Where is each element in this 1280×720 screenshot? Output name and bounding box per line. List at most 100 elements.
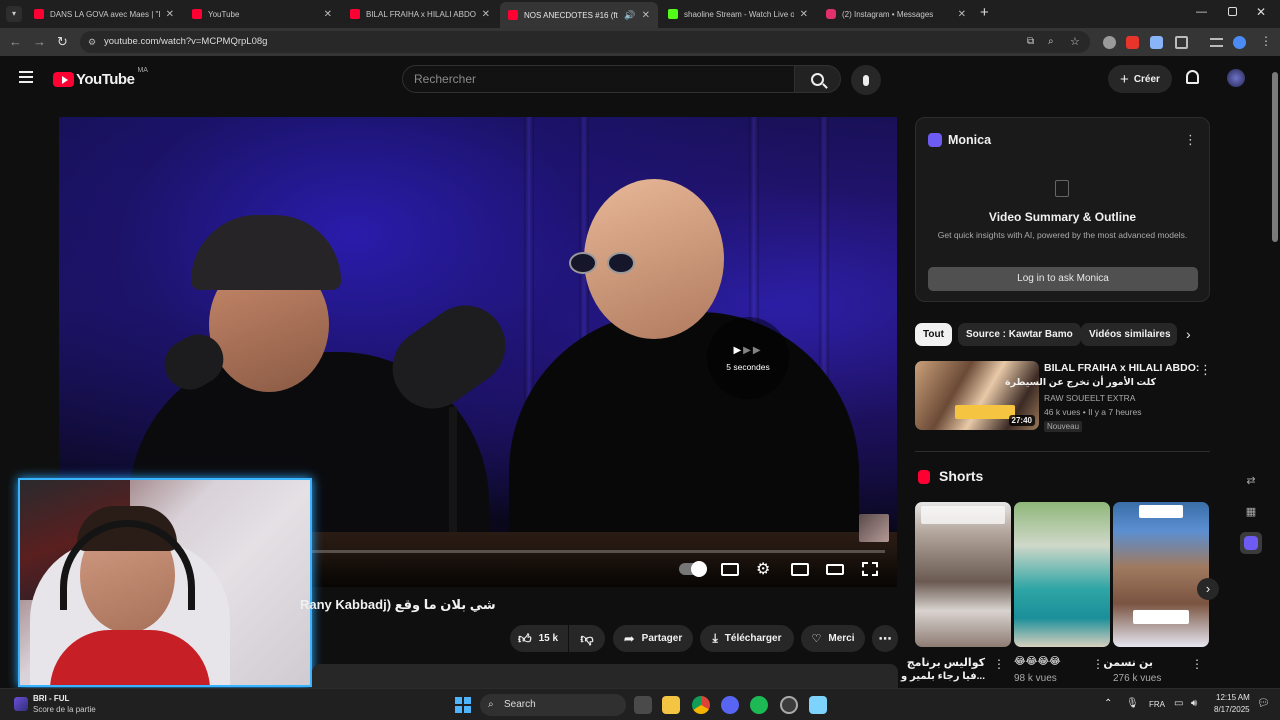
download-button[interactable]: ⤓ Télécharger bbox=[700, 625, 794, 652]
chip-source[interactable]: Source : Kawtar Bamo bbox=[958, 323, 1081, 346]
fullscreen-icon[interactable] bbox=[862, 562, 878, 576]
create-button[interactable]: + Créer bbox=[1108, 65, 1172, 93]
restore-window-icon[interactable] bbox=[1228, 7, 1237, 16]
shorts-next-chevron-icon[interactable]: › bbox=[1197, 578, 1219, 600]
new-tab-button[interactable]: + bbox=[980, 4, 989, 21]
address-bar[interactable]: ⚙ youtube.com/watch?v=MCPMQrpL08g ⧉ ⌕ ☆ bbox=[80, 31, 1090, 53]
recommended-video-title[interactable]: BILAL FRAIHA x HILALI ABDO: bbox=[1044, 362, 1199, 374]
browser-tab[interactable]: BILAL FRAIHA x HILALI ABDO: ✕ bbox=[342, 3, 498, 25]
like-button[interactable]: 👍︎ 15 k bbox=[510, 625, 568, 652]
search-button[interactable] bbox=[794, 65, 841, 93]
minimize-window-icon[interactable]: — bbox=[1196, 6, 1207, 18]
close-tab-icon[interactable]: ✕ bbox=[166, 9, 174, 20]
subtitles-icon[interactable] bbox=[721, 563, 739, 576]
zoom-icon[interactable]: ⌕ bbox=[1048, 31, 1054, 53]
language-indicator[interactable]: FRA bbox=[1149, 700, 1165, 709]
short-title[interactable]: 😂😂😂😂 bbox=[1014, 656, 1061, 667]
description-box[interactable] bbox=[312, 664, 898, 688]
windows-start-icon[interactable] bbox=[455, 697, 471, 713]
short-thumbnail[interactable] bbox=[1014, 502, 1110, 647]
recommended-video-thumbnail[interactable]: 27:40 bbox=[915, 361, 1039, 430]
spotify-icon[interactable] bbox=[750, 696, 768, 714]
adblock-extension-icon[interactable] bbox=[1126, 36, 1139, 49]
recommended-more-icon[interactable]: ⋮ bbox=[1199, 362, 1212, 378]
short-more-icon[interactable]: ⋮ bbox=[993, 657, 1005, 671]
tab-list-dropdown-icon[interactable]: ▾ bbox=[6, 6, 22, 22]
bookmark-star-icon[interactable]: ☆ bbox=[1070, 31, 1080, 53]
discord-icon[interactable] bbox=[721, 696, 739, 714]
monica-menu-icon[interactable]: ⋮ bbox=[1184, 132, 1197, 148]
close-window-icon[interactable]: ✕ bbox=[1256, 5, 1266, 19]
taskbar-date[interactable]: 8/17/2025 bbox=[1214, 705, 1250, 714]
game-launcher-icon[interactable] bbox=[780, 696, 798, 714]
install-app-icon[interactable]: ⧉ bbox=[1027, 31, 1034, 53]
close-tab-icon[interactable]: ✕ bbox=[958, 9, 966, 20]
chip-all[interactable]: Tout bbox=[915, 323, 952, 346]
recommended-video-subtitle[interactable]: كلت الأمور أن تخرج عن السيطرة bbox=[1005, 377, 1156, 388]
short-more-icon[interactable]: ⋮ bbox=[1191, 657, 1203, 671]
tray-microphone-icon[interactable]: 🎙︎ bbox=[1126, 698, 1139, 709]
notifications-bell-icon[interactable] bbox=[1186, 70, 1199, 84]
browser-tab[interactable]: DANS LA GOVA avec Maes | "Le ✕ bbox=[26, 3, 182, 25]
browser-tab[interactable]: shaoline Stream - Watch Live o ✕ bbox=[660, 3, 816, 25]
task-view-icon[interactable] bbox=[634, 696, 652, 714]
theater-mode-icon[interactable] bbox=[826, 564, 844, 575]
chrome-icon[interactable] bbox=[692, 696, 710, 714]
back-arrow-icon[interactable]: ← bbox=[9, 34, 22, 49]
taskbar-time[interactable]: 12:15 AM bbox=[1216, 693, 1250, 702]
browser-menu-icon[interactable]: ⋮ bbox=[1260, 34, 1272, 48]
apps-grid-icon[interactable]: ▦ bbox=[1240, 500, 1262, 522]
short-title[interactable]: كواليس برنامج bbox=[907, 656, 985, 669]
game-app-icon[interactable] bbox=[14, 697, 28, 711]
close-tab-icon[interactable]: ✕ bbox=[482, 9, 490, 20]
volume-icon[interactable]: 🔊︎ bbox=[1191, 698, 1197, 709]
search-input[interactable]: Rechercher bbox=[402, 65, 795, 93]
close-tab-icon[interactable]: ✕ bbox=[642, 10, 650, 21]
more-actions-button[interactable]: ⋯ bbox=[872, 625, 898, 652]
notification-center-icon[interactable]: 💬︎ bbox=[1257, 698, 1270, 709]
extensions-puzzle-icon[interactable] bbox=[1175, 36, 1188, 49]
close-tab-icon[interactable]: ✕ bbox=[324, 9, 332, 20]
thanks-button[interactable]: ♡ Merci bbox=[801, 625, 865, 652]
translate-tool-icon[interactable]: ⇄ bbox=[1240, 469, 1262, 491]
hamburger-menu-icon[interactable] bbox=[19, 71, 33, 83]
site-info-icon[interactable]: ⚙ bbox=[88, 31, 96, 53]
autoplay-toggle-icon[interactable] bbox=[679, 561, 707, 577]
forward-arrow-icon[interactable]: → bbox=[33, 34, 46, 49]
reading-list-icon[interactable] bbox=[1210, 38, 1223, 47]
tray-overflow-chevron-icon[interactable]: ⌃ bbox=[1104, 698, 1112, 709]
translate-extension-icon[interactable] bbox=[1150, 36, 1163, 49]
short-title[interactable]: بن نسمن bbox=[1103, 656, 1153, 669]
settings-gear-icon[interactable]: ⚙ bbox=[756, 559, 774, 578]
monica-login-button[interactable]: Log in to ask Monica bbox=[928, 267, 1198, 291]
taskbar-search[interactable]: ⌕ Search bbox=[480, 694, 626, 716]
voice-search-button[interactable] bbox=[851, 65, 881, 95]
profile-avatar-icon[interactable] bbox=[1233, 36, 1246, 49]
network-icon[interactable]: ▭ bbox=[1174, 698, 1183, 709]
extension-circle-icon[interactable] bbox=[1103, 36, 1116, 49]
youtube-logo[interactable]: YouTube MA bbox=[53, 67, 148, 88]
game-widget-title[interactable]: BRI - FUL bbox=[33, 694, 69, 703]
chips-next-chevron-icon[interactable]: › bbox=[1186, 326, 1191, 342]
short-thumbnail[interactable] bbox=[1113, 502, 1209, 647]
account-avatar[interactable] bbox=[1227, 69, 1245, 87]
dislike-button[interactable]: 👎︎ bbox=[569, 625, 605, 652]
file-explorer-icon[interactable] bbox=[662, 696, 680, 714]
miniplayer-icon[interactable] bbox=[791, 563, 809, 576]
audio-playing-icon[interactable]: 🔊 bbox=[624, 10, 635, 21]
skip-forward-overlay[interactable]: ▶▶▶ 5 secondes bbox=[707, 317, 789, 399]
browser-tab[interactable]: YouTube ✕ bbox=[184, 3, 340, 25]
scrollbar-thumb[interactable] bbox=[1272, 72, 1278, 242]
recommended-video-channel[interactable]: RAW SOUEELT EXTRA bbox=[1044, 393, 1135, 403]
browser-tab[interactable]: (2) Instagram • Messages ✕ bbox=[818, 3, 974, 25]
notepad-icon[interactable] bbox=[809, 696, 827, 714]
short-more-icon[interactable]: ⋮ bbox=[1092, 657, 1104, 671]
reload-icon[interactable]: ↻ bbox=[57, 34, 68, 50]
share-button[interactable]: ➦ Partager bbox=[613, 625, 693, 652]
monica-sidebar-icon[interactable] bbox=[1240, 532, 1262, 554]
channel-watermark[interactable] bbox=[859, 514, 889, 542]
page-scrollbar[interactable] bbox=[1270, 56, 1280, 688]
chip-related-videos[interactable]: Vidéos similaires bbox=[1081, 323, 1177, 346]
short-thumbnail[interactable] bbox=[915, 502, 1011, 647]
close-tab-icon[interactable]: ✕ bbox=[800, 9, 808, 20]
